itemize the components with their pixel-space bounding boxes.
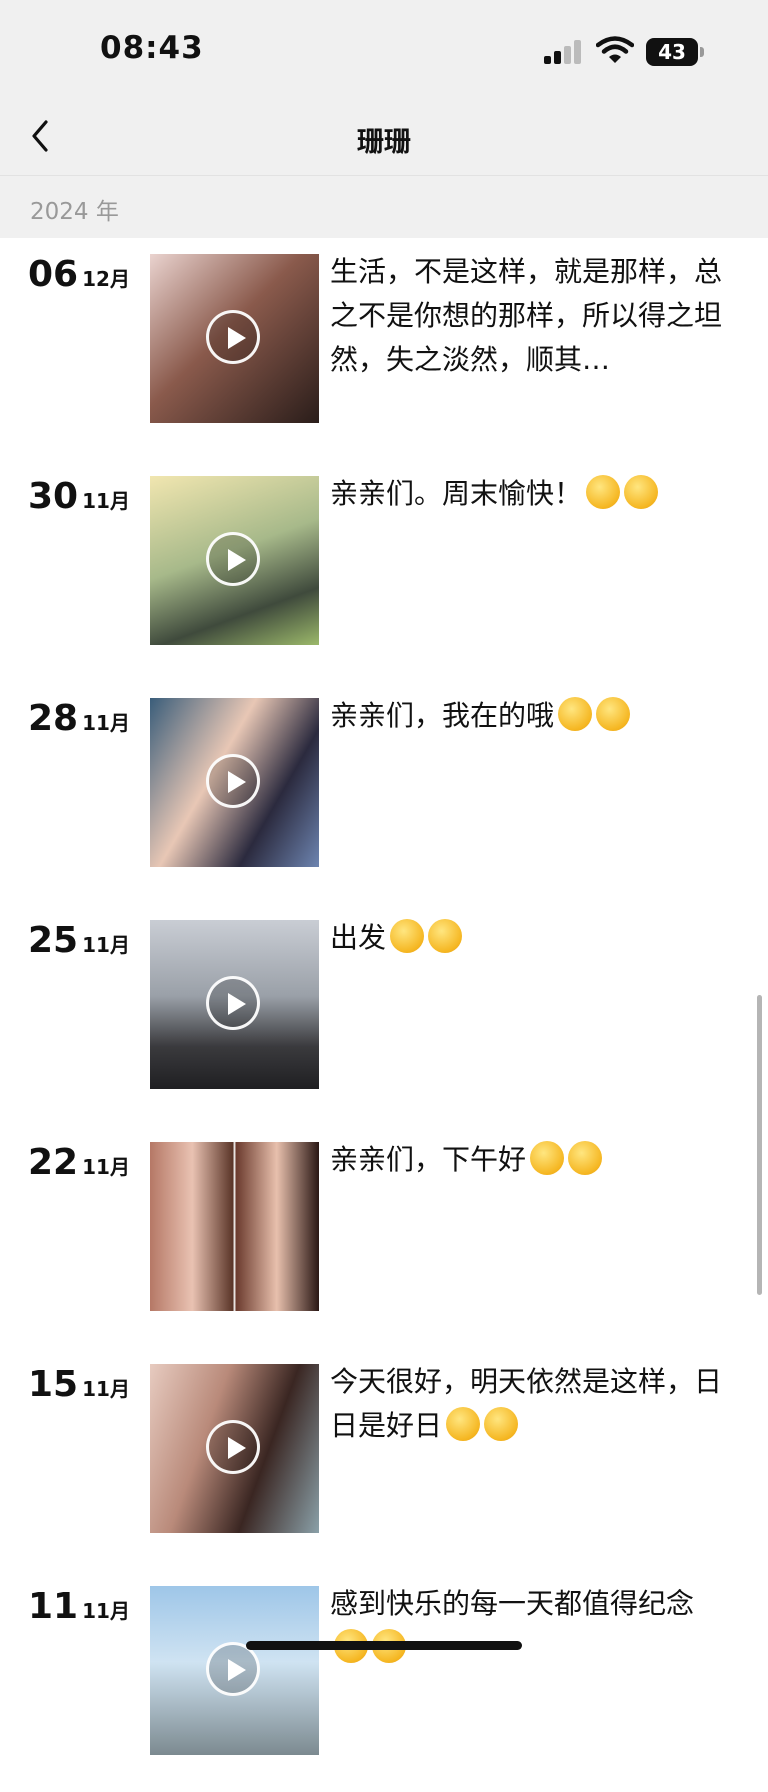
- smile-emoji-icon: [428, 919, 463, 953]
- video-thumbnail[interactable]: [150, 1142, 319, 1311]
- page-title: 珊珊: [357, 127, 411, 158]
- play-icon: [206, 976, 260, 1030]
- post-day: 22: [28, 1142, 79, 1183]
- post-date: 15 11月: [28, 1364, 130, 1405]
- status-bar: 08:43 43: [0, 0, 768, 100]
- post-month: 12月: [82, 267, 130, 291]
- post-item[interactable]: 22 11月 亲亲们，下午好: [0, 1126, 768, 1348]
- video-thumbnail[interactable]: [150, 1586, 319, 1755]
- post-caption: 出发: [330, 916, 730, 960]
- post-item[interactable]: 15 11月 今天很好，明天依然是这样，日日是好日: [0, 1348, 768, 1570]
- battery-icon: 43: [646, 38, 704, 66]
- post-item[interactable]: 30 11月 亲亲们。周末愉快！: [0, 460, 768, 682]
- play-icon: [206, 1420, 260, 1474]
- play-icon: [206, 310, 260, 364]
- video-thumbnail[interactable]: [150, 254, 319, 423]
- smile-emoji-icon: [390, 919, 425, 953]
- post-date: 28 11月: [28, 698, 130, 739]
- post-item[interactable]: 25 11月 出发: [0, 904, 768, 1126]
- smile-emoji-icon: [484, 1407, 519, 1441]
- smile-emoji-icon: [624, 475, 659, 509]
- post-month: 11月: [82, 933, 130, 957]
- post-day: 30: [28, 476, 79, 517]
- post-caption: 今天很好，明天依然是这样，日日是好日: [330, 1365, 723, 1442]
- post-caption: 生活，不是这样，就是那样，总之不是你想的那样，所以得之坦然，失之淡然，顺其…: [330, 255, 723, 376]
- post-item[interactable]: 11 11月 感到快乐的每一天都值得纪念: [0, 1570, 768, 1792]
- wink-emoji-icon: [558, 697, 593, 731]
- year-section-header: 2024 年: [0, 176, 768, 238]
- video-thumbnail[interactable]: [150, 476, 319, 645]
- post-day: 15: [28, 1364, 79, 1405]
- post-month: 11月: [82, 489, 130, 513]
- smile-emoji-icon: [568, 1141, 603, 1175]
- post-month: 11月: [82, 1377, 130, 1401]
- post-caption: 亲亲们，下午好: [330, 1138, 730, 1182]
- post-day: 28: [28, 698, 79, 739]
- video-thumbnail[interactable]: [150, 920, 319, 1089]
- post-day: 06: [28, 254, 79, 295]
- wifi-icon: [596, 36, 634, 63]
- video-thumbnail[interactable]: [150, 698, 319, 867]
- post-caption: 感到快乐的每一天都值得纪念: [330, 1582, 730, 1670]
- post-month: 11月: [82, 1599, 130, 1623]
- post-feed: 06 12月 生活，不是这样，就是那样，总之不是你想的那样，所以得之坦然，失之淡然…: [0, 238, 768, 1792]
- post-caption: 亲亲们，我在的哦: [330, 694, 730, 738]
- smile-emoji-icon: [586, 475, 621, 509]
- status-time: 08:43: [100, 30, 204, 66]
- post-day: 25: [28, 920, 79, 961]
- post-caption: 亲亲们。周末愉快！: [330, 472, 730, 516]
- home-indicator[interactable]: [246, 1641, 522, 1650]
- play-icon: [206, 532, 260, 586]
- post-date: 06 12月: [28, 254, 130, 295]
- post-item[interactable]: 06 12月 生活，不是这样，就是那样，总之不是你想的那样，所以得之坦然，失之淡然…: [0, 238, 768, 460]
- post-month: 11月: [82, 711, 130, 735]
- cellular-signal-icon: [544, 40, 586, 64]
- wink-emoji-icon: [596, 697, 631, 731]
- post-date: 25 11月: [28, 920, 130, 961]
- post-date: 11 11月: [28, 1586, 130, 1627]
- post-month: 11月: [82, 1155, 130, 1179]
- year-label: 2024 年: [30, 199, 119, 225]
- post-item[interactable]: 28 11月 亲亲们，我在的哦: [0, 682, 768, 904]
- video-thumbnail[interactable]: [150, 1364, 319, 1533]
- post-day: 11: [28, 1586, 79, 1627]
- play-icon: [206, 1642, 260, 1696]
- smile-emoji-icon: [530, 1141, 565, 1175]
- navigation-bar: 珊珊: [0, 100, 768, 176]
- play-icon: [206, 754, 260, 808]
- scrollbar[interactable]: [757, 995, 762, 1295]
- post-date: 22 11月: [28, 1142, 130, 1183]
- smile-emoji-icon: [446, 1407, 481, 1441]
- post-date: 30 11月: [28, 476, 130, 517]
